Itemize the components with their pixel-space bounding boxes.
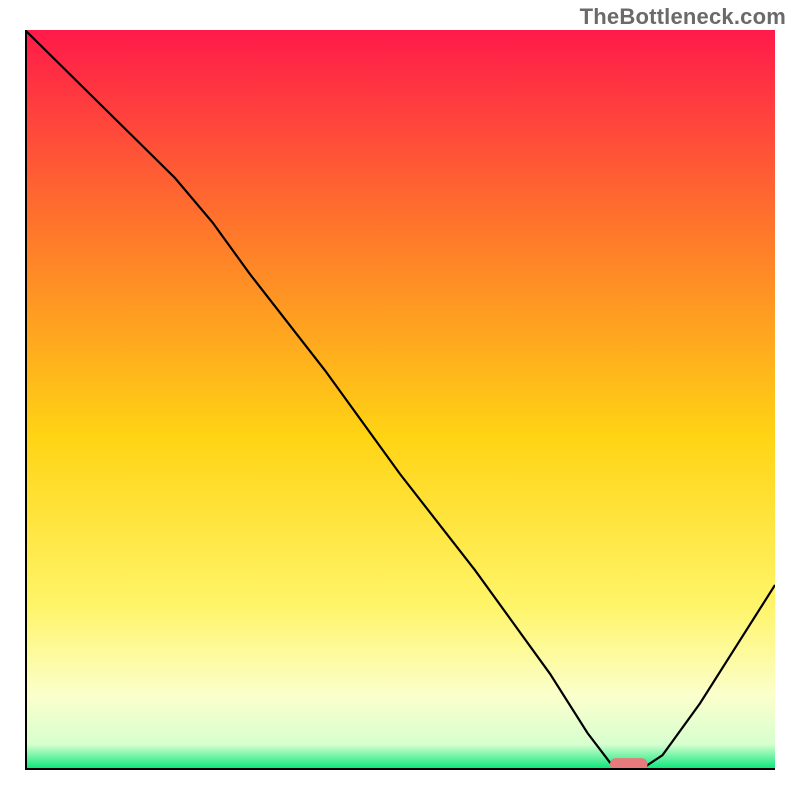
gradient-background (25, 30, 775, 770)
watermark-text: TheBottleneck.com (580, 4, 786, 30)
y-axis (25, 30, 27, 770)
chart-stage: TheBottleneck.com (0, 0, 800, 800)
x-axis (25, 768, 775, 770)
plot-container (25, 30, 775, 770)
plot-area (25, 30, 775, 770)
